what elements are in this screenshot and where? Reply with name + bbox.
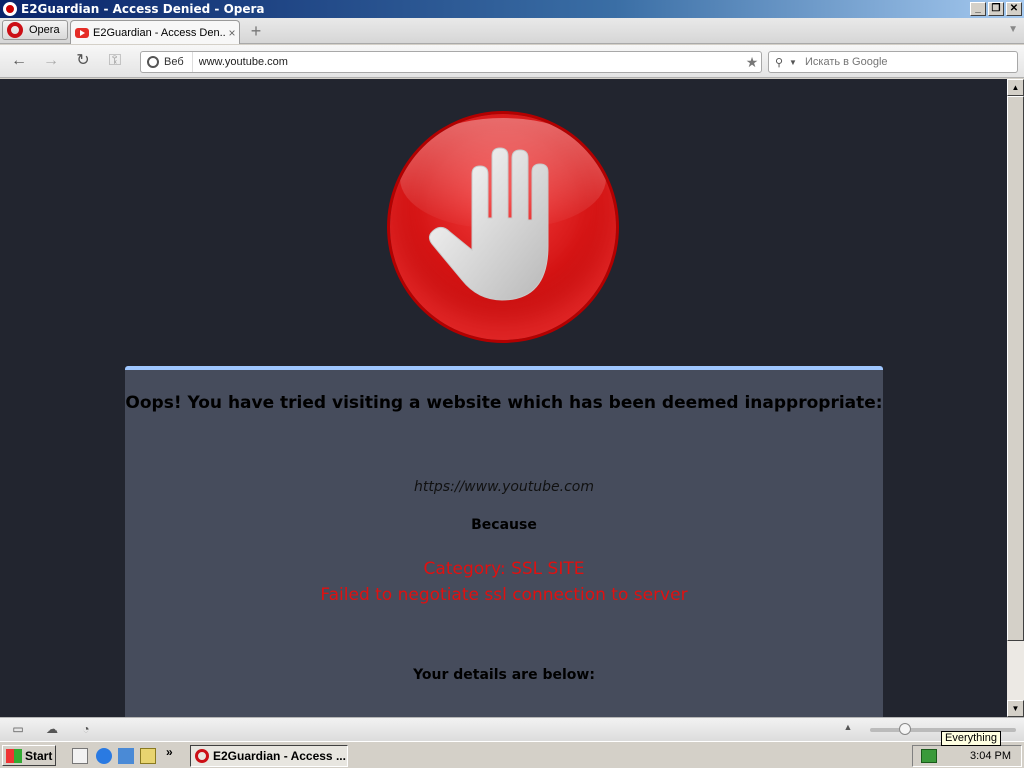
- bookmark-star-icon[interactable]: ★: [743, 54, 761, 71]
- scroll-up-button[interactable]: ▲: [1007, 79, 1024, 96]
- tab-list-chevron-icon[interactable]: ▼: [1008, 24, 1018, 35]
- back-button[interactable]: ←: [8, 51, 30, 71]
- youtube-favicon-icon: [75, 27, 89, 38]
- tooltip: Everything: [941, 731, 1001, 746]
- blocked-url: https://www.youtube.com: [413, 479, 595, 495]
- start-button[interactable]: Start: [2, 745, 56, 766]
- taskbar-item-label: E2Guardian - Access ...: [213, 749, 346, 763]
- url-input[interactable]: [192, 56, 743, 68]
- denied-message-panel: Oops! You have tried visiting a website …: [125, 366, 883, 717]
- taskbar: Start » E2Guardian - Access ... 3:04 PM: [0, 741, 1024, 768]
- show-desktop-icon[interactable]: [72, 748, 88, 764]
- taskbar-item-opera[interactable]: E2Guardian - Access ...: [190, 745, 348, 767]
- window-controls: _ ❐ ✕: [970, 2, 1022, 16]
- search-box[interactable]: ⚲ ▼: [768, 51, 1018, 73]
- hand-graphic: [428, 147, 549, 301]
- minimize-button[interactable]: _: [970, 2, 986, 16]
- reason-category: Category: SSL SITE: [423, 559, 585, 579]
- search-icon: ⚲: [775, 56, 784, 69]
- panel-toggle-icon[interactable]: ▭: [10, 722, 26, 736]
- tab-close-icon[interactable]: ×: [225, 26, 239, 40]
- turbo-gauge-icon[interactable]: ◔: [78, 722, 94, 736]
- page-content: Oops! You have tried visiting a website …: [0, 79, 1007, 717]
- tab-bar: Opera E2Guardian - Access Den... × + ▼: [0, 18, 1024, 44]
- restore-button[interactable]: ❐: [988, 2, 1004, 16]
- tab-e2guardian[interactable]: E2Guardian - Access Den... ×: [70, 20, 240, 44]
- scroll-thumb[interactable]: [1007, 96, 1024, 641]
- windows-flag-icon: [6, 748, 22, 763]
- navigation-bar: ← → ↻ ⚿ Веб ★ ⚲ ▼: [0, 45, 1024, 78]
- clock: 3:04 PM: [970, 750, 1011, 762]
- scroll-down-button[interactable]: ▼: [1007, 700, 1024, 717]
- tab-label: E2Guardian - Access Den...: [93, 26, 225, 39]
- denied-heading: Oops! You have tried visiting a website …: [125, 393, 883, 413]
- globe-icon: [147, 56, 159, 68]
- close-button[interactable]: ✕: [1006, 2, 1022, 16]
- web-badge-label: Веб: [164, 56, 184, 68]
- search-input[interactable]: [801, 56, 1017, 68]
- quicklaunch-more-icon[interactable]: »: [166, 745, 182, 761]
- zoom-popup-icon[interactable]: ▲: [840, 722, 856, 736]
- tray-network-icon[interactable]: [921, 749, 937, 763]
- window-title: E2Guardian - Access Denied - Opera: [21, 2, 265, 16]
- title-bar: E2Guardian - Access Denied - Opera _ ❐ ✕: [0, 0, 1024, 18]
- key-icon[interactable]: ⚿: [104, 51, 126, 71]
- new-tab-button[interactable]: +: [247, 22, 265, 40]
- reason-detail: Failed to negotiate ssl connection to se…: [320, 585, 688, 605]
- opera-logo-icon: [3, 2, 17, 16]
- opera-logo-icon: [7, 22, 23, 38]
- opera-menu-button[interactable]: Opera: [2, 20, 68, 40]
- forward-button[interactable]: →: [40, 51, 62, 71]
- opera-menu-label: Opera: [29, 24, 60, 36]
- internet-explorer-icon[interactable]: [96, 748, 112, 764]
- vertical-scrollbar[interactable]: ▲ ▼: [1007, 79, 1024, 717]
- stop-hand-icon: [390, 114, 616, 340]
- because-label: Because: [471, 517, 537, 533]
- search-engine-dropdown-icon[interactable]: ▼: [789, 58, 801, 67]
- system-tray: 3:04 PM: [912, 745, 1022, 767]
- web-badge[interactable]: Веб: [141, 52, 193, 72]
- details-heading: Your details are below:: [413, 667, 595, 683]
- outlook-express-icon[interactable]: [118, 748, 134, 764]
- address-bar[interactable]: Веб ★: [140, 51, 762, 73]
- opera-unite-cloud-icon[interactable]: ☁: [44, 722, 60, 736]
- status-bar: ▭ ☁ ◔ ▲: [0, 717, 1024, 741]
- start-label: Start: [25, 748, 53, 763]
- opera-logo-icon: [195, 749, 209, 763]
- zoom-slider-knob[interactable]: [899, 723, 912, 735]
- reload-button[interactable]: ↻: [72, 51, 94, 71]
- explorer-folder-icon[interactable]: [140, 748, 156, 764]
